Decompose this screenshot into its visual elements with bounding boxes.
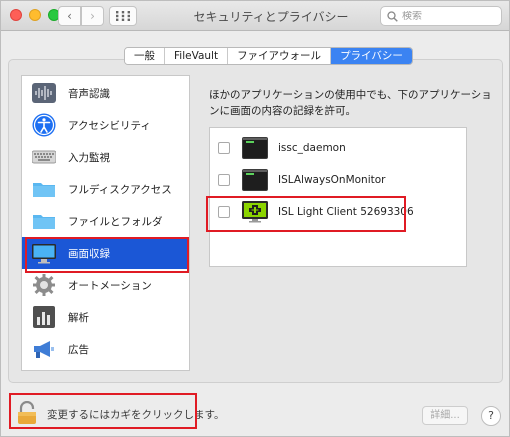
sidebar-item-input-monitoring[interactable]: 入力監視 [22, 141, 189, 173]
megaphone-icon [32, 337, 56, 361]
display-icon [32, 241, 56, 265]
sidebar-item-label: オートメーション [68, 279, 152, 292]
app-list: issc_daemon ISLAlwaysOnMonitor ISL Light… [209, 127, 467, 267]
sidebar-item-label: アクセシビリティ [68, 119, 151, 132]
search-field[interactable] [380, 6, 502, 26]
help-button[interactable]: ? [481, 406, 501, 426]
privacy-category-list: 音声認識 アクセシビリティ 入力監視 フルディスクアクセス ファイルとフォルダ … [21, 75, 190, 371]
folder-icon [32, 177, 56, 201]
waveform-icon [32, 81, 56, 105]
sidebar-item-label: 広告 [68, 343, 89, 356]
title-bar: ‹ › セキュリティとプライバシー [1, 1, 509, 31]
app-row-isl-light-client: ISL Light Client 52693306 [210, 196, 466, 228]
sidebar-item-automation[interactable]: オートメーション [22, 269, 189, 301]
terminal-icon [242, 137, 268, 159]
tab-firewall[interactable]: ファイアウォール [228, 48, 332, 64]
isl-light-icon [242, 201, 268, 223]
tab-privacy[interactable]: プライバシー [331, 48, 412, 64]
keyboard-icon [31, 145, 57, 169]
chevron-left-icon: ‹ [67, 9, 72, 23]
sidebar-item-full-disk-access[interactable]: フルディスクアクセス [22, 173, 189, 205]
sidebar-item-label: 解析 [68, 311, 89, 324]
sidebar-item-label: フルディスクアクセス [68, 183, 172, 196]
sidebar-item-accessibility[interactable]: アクセシビリティ [22, 109, 189, 141]
padlock-icon [17, 400, 37, 428]
sidebar-item-label: 入力監視 [68, 151, 110, 164]
lock-instruction: 変更するにはカギをクリックします。 [47, 409, 225, 421]
preferences-window: ‹ › セキュリティとプライバシー 一般 Fil [0, 0, 510, 437]
lock-button[interactable]: 変更するにはカギをクリックします。 [17, 400, 225, 428]
app-name: issc_daemon [278, 142, 346, 154]
sidebar-item-screen-recording[interactable]: 画面収録 [22, 237, 189, 269]
sidebar-item-label: ファイルとフォルダ [68, 215, 163, 228]
chevron-right-icon: › [90, 9, 95, 23]
minimize-window-button[interactable] [29, 9, 41, 21]
folder-icon [32, 209, 56, 233]
app-checkbox[interactable] [218, 174, 230, 186]
accessibility-icon [32, 113, 56, 137]
app-row-isl-always-on-monitor: ISLAlwaysOnMonitor [210, 164, 466, 196]
app-name: ISL Light Client 52693306 [278, 206, 414, 218]
app-row-issc-daemon: issc_daemon [210, 132, 466, 164]
details-button[interactable]: 詳細... [422, 406, 468, 425]
show-all-button[interactable] [109, 6, 137, 26]
search-icon [387, 10, 398, 22]
sidebar-item-label: 画面収録 [68, 247, 110, 260]
search-input[interactable] [402, 10, 492, 22]
analytics-icon [32, 305, 56, 329]
app-checkbox[interactable] [218, 142, 230, 154]
sidebar-item-label: 音声認識 [68, 87, 110, 100]
grid-icon [116, 11, 130, 21]
sidebar-item-advertising[interactable]: 広告 [22, 333, 189, 365]
window-title: セキュリティとプライバシー [193, 10, 349, 24]
terminal-icon [242, 169, 268, 191]
sidebar-item-files-and-folders[interactable]: ファイルとフォルダ [22, 205, 189, 237]
tab-filevault[interactable]: FileVault [165, 48, 229, 64]
app-name: ISLAlwaysOnMonitor [278, 174, 386, 186]
sidebar-item-speech-recognition[interactable]: 音声認識 [22, 77, 189, 109]
gear-icon [32, 273, 56, 297]
tab-general[interactable]: 一般 [125, 48, 165, 64]
close-window-button[interactable] [10, 9, 22, 21]
app-checkbox[interactable] [218, 206, 230, 218]
forward-button[interactable]: › [81, 6, 104, 26]
back-button[interactable]: ‹ [58, 6, 81, 26]
tab-bar: 一般 FileVault ファイアウォール プライバシー [124, 47, 413, 65]
sidebar-item-analytics[interactable]: 解析 [22, 301, 189, 333]
permission-description: ほかのアプリケーションの使用中でも、下のアプリケーションに画面の内容の記録を許可… [209, 89, 492, 117]
